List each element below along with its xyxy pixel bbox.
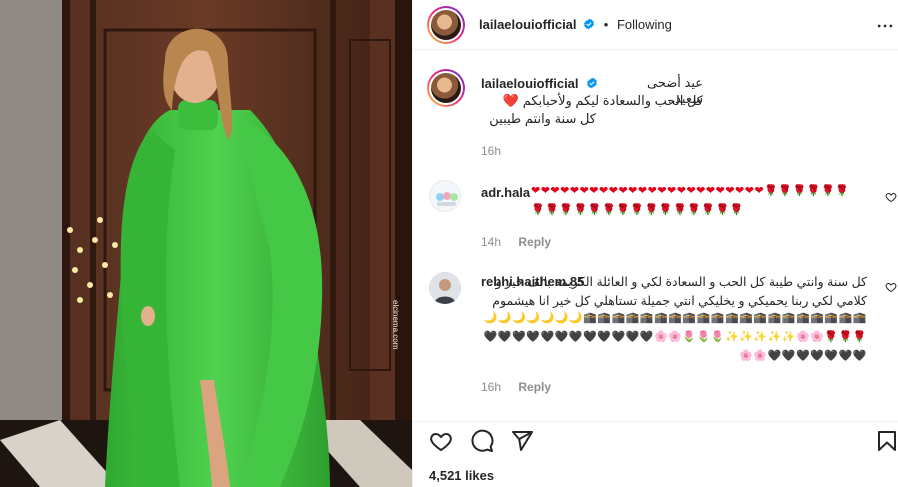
post-photo[interactable]: elcinema.com (0, 0, 412, 487)
comment-icon[interactable] (470, 429, 494, 453)
comment-username[interactable]: adr.hala (481, 185, 530, 200)
caption-line: كل الحب والسعادة ليكم ولأحبابكم ❤️ (502, 93, 703, 108)
comment-emojis: 🕋🕋🕋🕋🕋🕋🕋🕋🕋🕋🕋🕋🕋🕋🕋🕋🕋🕋🕋🕋🌙🌙🌙🌙🌙🌙🌙🌹🌹🌹🌸🌸✨✨✨✨✨🌷🌷🌷… (483, 312, 867, 362)
commenter-avatar[interactable] (429, 180, 461, 212)
author-avatar[interactable] (427, 6, 465, 44)
comment-username[interactable]: rebhi.haithem.85 (481, 274, 584, 289)
author-username[interactable]: lailaelouiofficial (479, 17, 577, 32)
post-image (0, 0, 412, 487)
photo-watermark: elcinema.com (391, 300, 400, 350)
likes-count[interactable]: 4,521 likes (429, 468, 494, 483)
verified-badge-icon (587, 77, 597, 89)
caption-line: كل سنة وانتم طيبين (489, 111, 596, 126)
header-separator: • (603, 17, 609, 32)
following-button[interactable]: Following (617, 17, 672, 32)
caption-avatar[interactable] (427, 69, 465, 107)
commenter-avatar[interactable] (429, 272, 461, 304)
post-detail-panel: lailaelouiofficial • Following lailaelou… (412, 0, 898, 487)
post-header: lailaelouiofficial • Following (413, 0, 898, 50)
caption-timestamp[interactable]: 16h (481, 144, 501, 158)
comment-timestamp[interactable]: 16h (481, 380, 501, 394)
comment-timestamp[interactable]: 14h (481, 235, 501, 249)
comment-text: ❤❤❤❤❤❤❤❤❤❤❤❤❤❤❤❤❤❤❤❤❤❤❤❤🌹🌹🌹🌹🌹🌹🌹🌹🌹🌹🌹🌹🌹🌹🌹🌹… (531, 185, 850, 216)
heart-icon[interactable] (885, 281, 897, 293)
action-bar: 4,521 likes (413, 421, 898, 487)
more-options-icon[interactable] (875, 16, 895, 36)
comments-list: lailaelouiofficial عيد أضحى سعيد.. كل ال… (413, 51, 898, 421)
heart-icon[interactable] (429, 429, 453, 453)
caption-username[interactable]: lailaelouiofficial (481, 76, 579, 91)
verified-badge-icon (584, 18, 595, 30)
reply-button[interactable]: Reply (518, 235, 551, 249)
heart-icon[interactable] (885, 191, 897, 203)
reply-button[interactable]: Reply (518, 380, 551, 394)
bookmark-icon[interactable] (875, 429, 898, 453)
share-icon[interactable] (510, 429, 534, 453)
